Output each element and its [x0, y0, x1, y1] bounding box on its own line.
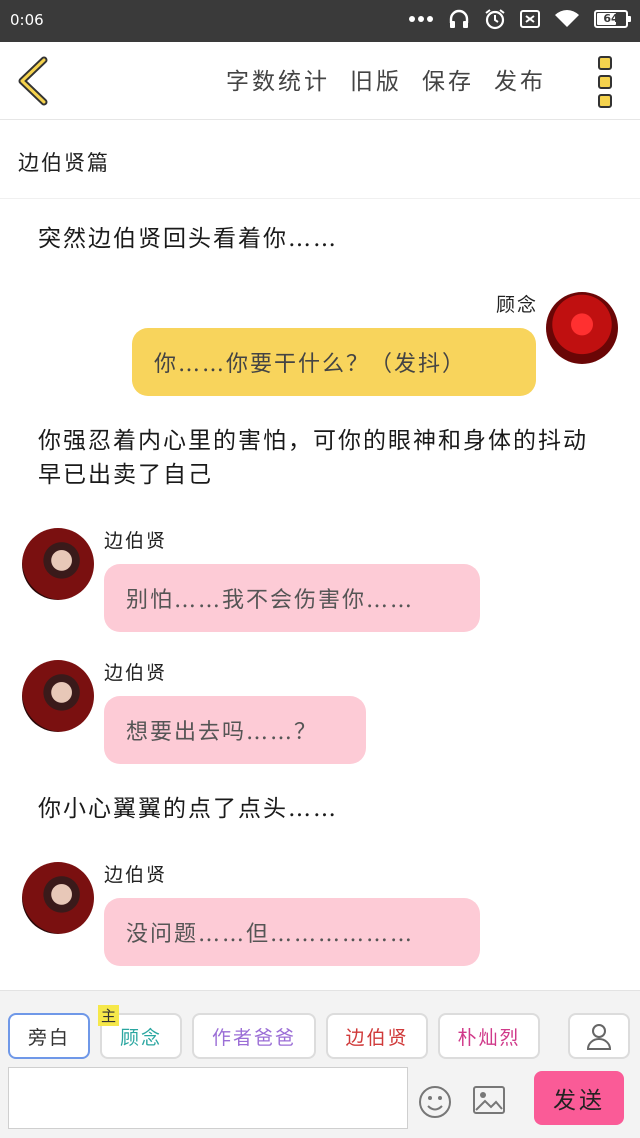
narration-text[interactable]: 突然边伯贤回头看着你……	[38, 222, 598, 256]
chevron-left-icon	[18, 56, 48, 106]
avatar[interactable]	[22, 862, 94, 934]
story-title-row: 边伯贤篇	[0, 121, 640, 199]
old-version-button[interactable]: 旧版	[350, 62, 402, 96]
avatar[interactable]	[22, 528, 94, 600]
avatar[interactable]	[546, 292, 618, 364]
emoji-button[interactable]	[418, 1085, 452, 1119]
composer-bar: 旁白 主 顾念 作者爸爸 边伯贤 朴灿烈 发送	[0, 990, 640, 1138]
word-count-button[interactable]: 字数统计	[226, 62, 330, 96]
toolbar-actions: 字数统计 旧版 保存 发布	[226, 62, 546, 96]
dots-icon	[409, 16, 433, 22]
image-icon	[473, 1086, 505, 1114]
character-chip-label: 旁白	[27, 1026, 70, 1049]
character-chip-gunian[interactable]: 主 顾念	[98, 1005, 182, 1059]
message-bubble[interactable]: 你……你要干什么？（发抖）	[132, 328, 536, 396]
character-chip-label: 朴灿烈	[457, 1026, 521, 1049]
character-chip-narrator[interactable]: 旁白	[8, 1013, 90, 1059]
image-button[interactable]	[472, 1085, 506, 1115]
speaker-name: 边伯贤	[104, 864, 168, 886]
message-bubble[interactable]: 想要出去吗……？	[104, 696, 366, 764]
character-chip-label: 边伯贤	[345, 1026, 409, 1049]
save-button[interactable]: 保存	[422, 62, 474, 96]
character-chip-author[interactable]: 作者爸爸	[192, 1013, 316, 1059]
back-button[interactable]	[14, 56, 54, 106]
protagonist-badge: 主	[98, 1005, 120, 1026]
status-icons: 64	[408, 8, 631, 30]
speaker-name: 顾念	[495, 294, 538, 316]
status-bar: 0:06 64	[0, 0, 640, 42]
narration-text[interactable]: 你小心翼翼的点了点头……	[38, 792, 598, 826]
character-selector: 旁白 主 顾念 作者爸爸 边伯贤 朴灿烈	[8, 1005, 540, 1059]
smiley-icon	[419, 1086, 451, 1118]
user-icon	[586, 1024, 612, 1050]
message-bubble[interactable]: 没问题……但………………	[104, 898, 480, 966]
character-chip-label: 作者爸爸	[211, 1026, 296, 1049]
editor-toolbar: 字数统计 旧版 保存 发布	[0, 42, 640, 120]
sim-icon	[520, 10, 540, 28]
send-button[interactable]: 发送	[534, 1071, 624, 1125]
speaker-name: 边伯贤	[104, 662, 168, 684]
avatar[interactable]	[22, 660, 94, 732]
narration-text[interactable]: 你强忍着内心里的害怕，可你的眼神和身体的抖动早已出卖了自己	[38, 424, 608, 492]
character-chip-label: 顾念	[119, 1026, 162, 1049]
wifi-icon	[555, 10, 579, 27]
headphones-icon	[449, 9, 469, 28]
message-bubble[interactable]: 别怕……我不会伤害你……	[104, 564, 480, 632]
message-input[interactable]	[8, 1067, 408, 1129]
alarm-icon	[485, 9, 505, 30]
character-chip-chanyeol[interactable]: 朴灿烈	[438, 1013, 540, 1059]
battery-icon: 64	[594, 10, 631, 28]
status-time: 0:06	[10, 11, 44, 29]
menu-dots-icon[interactable]	[598, 56, 614, 108]
story-title[interactable]: 边伯贤篇	[18, 147, 110, 177]
publish-button[interactable]: 发布	[494, 62, 546, 96]
speaker-name: 边伯贤	[104, 530, 168, 552]
add-character-button[interactable]	[568, 1013, 630, 1059]
character-chip-baekhyun[interactable]: 边伯贤	[326, 1013, 428, 1059]
